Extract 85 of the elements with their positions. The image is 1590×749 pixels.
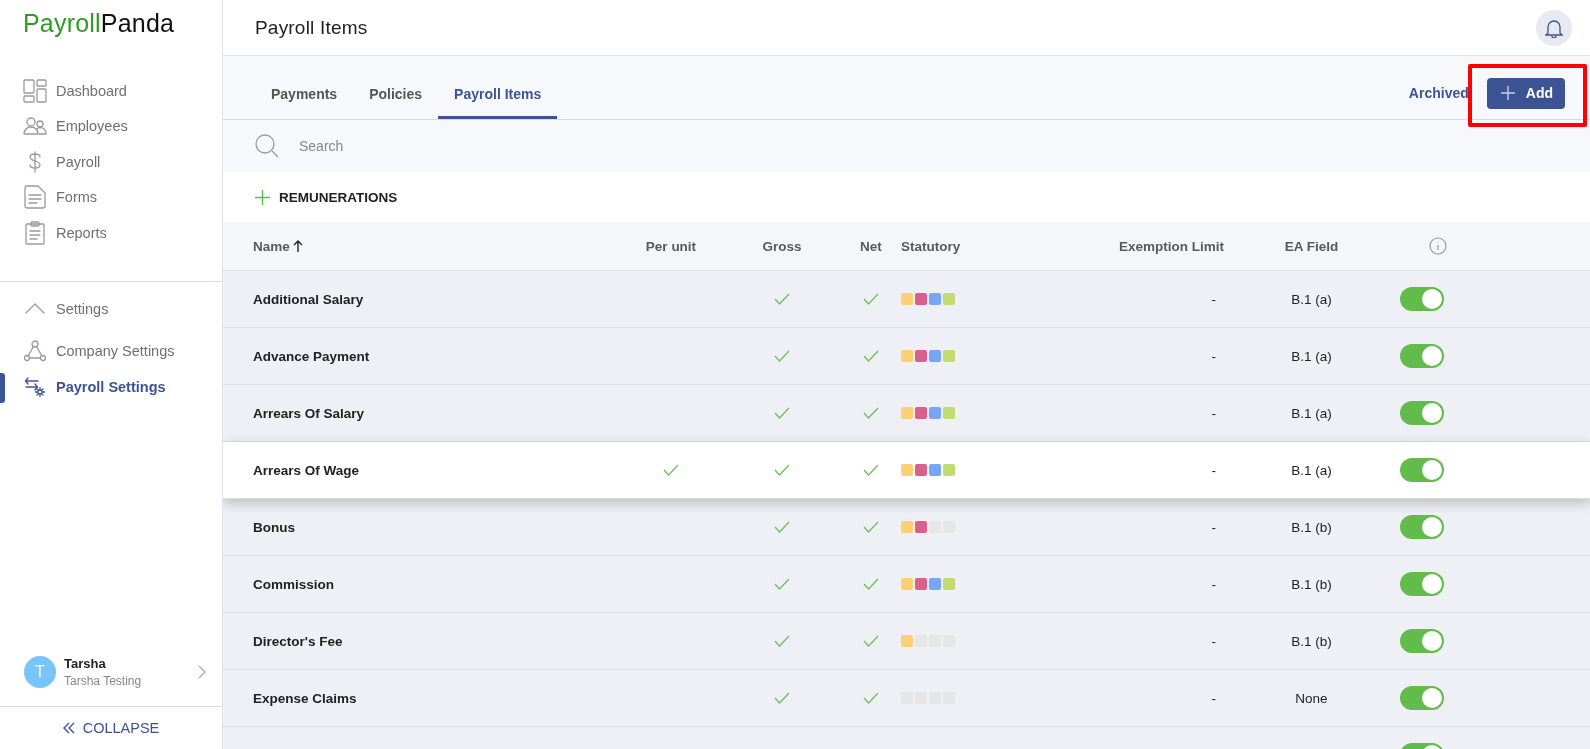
collapse-button[interactable]: COLLAPSE: [0, 707, 222, 749]
sidebar-item[interactable]: Dashboard: [0, 73, 222, 109]
sidebar-item[interactable]: Payroll: [0, 144, 222, 180]
user-avatar: T: [24, 656, 56, 688]
info-icon[interactable]: [1429, 237, 1447, 255]
table-row[interactable]: Additional Salary - B.1 (a): [223, 271, 1590, 328]
table-cell-text: -: [1210, 405, 1217, 421]
plus-icon: [1500, 86, 1515, 100]
toggle-switch[interactable]: [1400, 401, 1444, 425]
table-row[interactable]: Bonus - B.1 (b): [223, 499, 1590, 556]
double-chevron-left-icon: [62, 722, 75, 734]
table-row[interactable]: Commission - B.1 (b): [223, 556, 1590, 613]
chevron-up-icon: [25, 303, 45, 314]
table-cell-text: B.1 (b): [1290, 576, 1333, 592]
bell-icon: [1545, 17, 1563, 38]
column-header[interactable]: Gross: [716, 238, 848, 254]
table-cell-text: None: [1294, 690, 1329, 706]
page-title: Payroll Items: [255, 16, 368, 39]
clipboard-icon: [24, 220, 46, 245]
column-header[interactable]: Per unit: [626, 238, 716, 254]
toggle-switch[interactable]: [1400, 458, 1444, 482]
table-row[interactable]: Advance Payment - B.1 (a): [223, 328, 1590, 385]
tab[interactable]: Policies: [353, 86, 439, 119]
sidebar-item[interactable]: Company Settings: [0, 333, 222, 369]
notification-button[interactable]: [1536, 9, 1572, 46]
toggle-switch[interactable]: [1400, 287, 1444, 311]
sidebar-item[interactable]: Reports: [0, 215, 222, 251]
toggle-switch[interactable]: [1400, 515, 1444, 539]
tab[interactable]: Payroll Items: [438, 86, 558, 119]
highlighted-row[interactable]: Arrears Of Wage - B.1 (a): [223, 442, 1590, 499]
table-cell-text: Arrears Of Salary: [253, 405, 366, 421]
table-row[interactable]: Arrears Of Salary - B.1 (a): [223, 385, 1590, 442]
table-cell-text: Advance Payment: [253, 348, 371, 364]
table-cell-text: -: [1210, 690, 1217, 706]
people-icon: [23, 116, 47, 137]
table-cell-text: B.1 (a): [1290, 405, 1333, 421]
tab[interactable]: Payments: [255, 86, 354, 119]
table-cell-text: Bonus: [253, 519, 296, 535]
table-cell-text: -: [1210, 519, 1217, 535]
archived-link[interactable]: Archived: [1408, 85, 1469, 101]
dollar-icon: [27, 150, 43, 173]
chevron-right-icon[interactable]: [198, 665, 206, 679]
sidebar-item[interactable]: Employees: [0, 108, 222, 144]
network-icon: [24, 340, 46, 363]
sidebar-item[interactable]: Payroll Settings: [0, 369, 222, 405]
table-cell-text: B.1 (b): [1290, 633, 1333, 649]
document-icon: [23, 185, 47, 210]
table-cell-text: Commission: [253, 576, 335, 592]
dashboard-icon: [23, 78, 47, 103]
section-title: REMUNERATIONS: [279, 189, 398, 205]
column-header[interactable]: Net: [848, 238, 894, 254]
toggle-switch[interactable]: [1400, 629, 1444, 653]
table-cell-text: -: [1210, 576, 1217, 592]
app-logo: PayrollPanda: [22, 8, 176, 39]
table-cell-text: B.1 (b): [1290, 519, 1333, 535]
table-row[interactable]: Director's Fee - B.1 (b): [223, 613, 1590, 670]
toggle-switch[interactable]: [1400, 686, 1444, 710]
table-cell-text: Director's Fee: [253, 633, 344, 649]
active-indicator: [0, 373, 5, 403]
table-cell-text: -: [1210, 462, 1217, 478]
user-name: Tarsha: [64, 656, 107, 671]
company-name: Tarsha Testing: [64, 674, 143, 688]
column-header[interactable]: Statutory: [894, 238, 1094, 254]
table-cell-text: Additional Salary: [253, 291, 365, 307]
search-icon: [255, 134, 279, 158]
add-button[interactable]: Add: [1486, 77, 1565, 109]
toggle-switch[interactable]: [1400, 572, 1444, 596]
table-cell-text: -: [1210, 633, 1217, 649]
table-row[interactable]: Expense Claims - None: [223, 670, 1590, 727]
table-cell-text: Arrears Of Wage: [253, 462, 361, 478]
table-cell-text: B.1 (a): [1290, 348, 1333, 364]
settings-toggle[interactable]: Settings: [0, 283, 222, 334]
toggle-switch[interactable]: [1400, 344, 1444, 368]
table-cell-text: B.1 (a): [1290, 291, 1333, 307]
sliders-gear-icon: [24, 375, 46, 398]
table-cell-text: -: [1210, 348, 1217, 364]
search-field[interactable]: Search: [297, 137, 601, 155]
table-cell-text: Expense Claims: [253, 690, 358, 706]
column-header[interactable]: Exemption Limit: [1094, 238, 1224, 254]
table-cell-text: B.1 (a): [1290, 462, 1333, 478]
table-cell-text: -: [1210, 291, 1217, 307]
sidebar-item[interactable]: Forms: [0, 179, 222, 215]
column-header[interactable]: Name: [253, 238, 303, 254]
plus-icon[interactable]: [255, 189, 270, 205]
column-header[interactable]: EA Field: [1224, 238, 1399, 254]
